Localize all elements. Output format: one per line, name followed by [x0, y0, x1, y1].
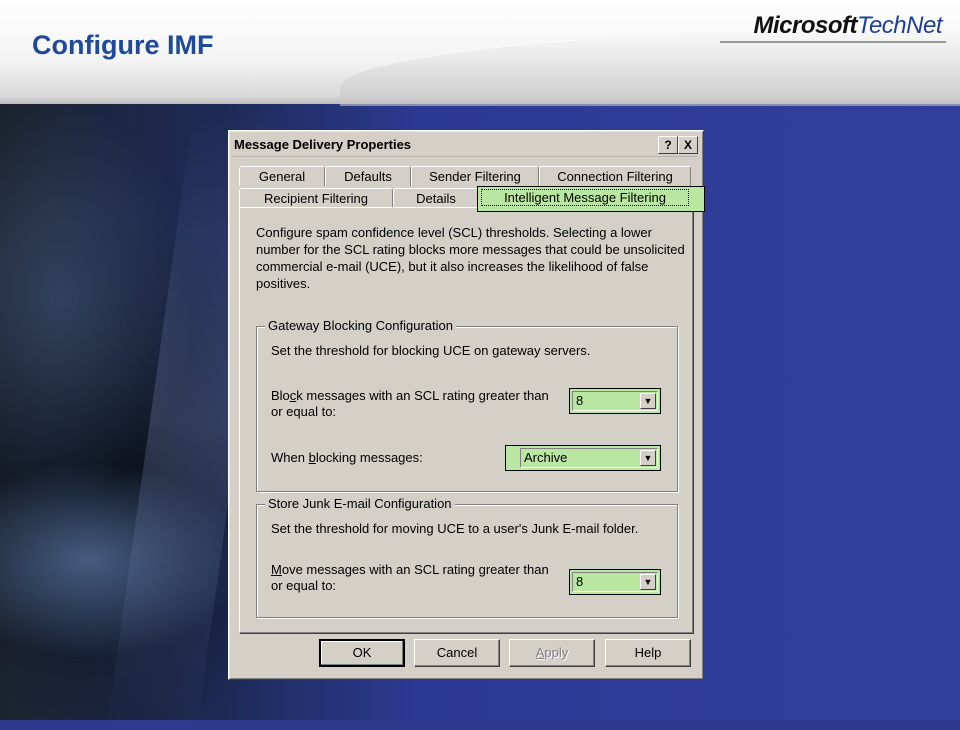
imf-tab-panel: Configure spam confidence level (SCL) th… — [239, 207, 693, 633]
store-help-text: Set the threshold for moving UCE to a us… — [271, 521, 639, 536]
tab-details[interactable]: Details — [393, 188, 479, 208]
store-group-title: Store Junk E-mail Configuration — [265, 496, 455, 512]
gateway-help-text: Set the threshold for blocking UCE on ga… — [271, 343, 591, 358]
brand-underline — [720, 41, 946, 43]
apply-button[interactable]: Apply — [509, 639, 595, 667]
close-icon[interactable]: X — [678, 136, 698, 154]
move-threshold-label: Move messages with an SCL rating greater… — [271, 562, 549, 593]
slide-title: Configure IMF — [32, 30, 214, 60]
ok-button[interactable]: OK — [319, 639, 405, 667]
cancel-button[interactable]: Cancel — [414, 639, 500, 667]
brand-technet: TechNet — [857, 12, 943, 39]
blocking-action-value: Archive — [524, 450, 568, 465]
help-icon[interactable]: ? — [658, 136, 678, 154]
dialog-titlebar[interactable]: Message Delivery Properties ? X — [232, 134, 698, 157]
move-scl-value: 8 — [576, 574, 584, 589]
chevron-down-icon[interactable]: ▼ — [640, 450, 656, 466]
tab-general[interactable]: General — [239, 166, 325, 186]
help-button[interactable]: Help — [605, 639, 691, 667]
message-delivery-properties-dialog: Message Delivery Properties ? X General … — [228, 130, 705, 680]
tab-defaults[interactable]: Defaults — [325, 166, 411, 186]
tab-connection-filtering[interactable]: Connection Filtering — [539, 166, 691, 186]
block-threshold-label: Block messages with an SCL rating greate… — [271, 388, 549, 419]
gateway-blocking-group: Gateway Blocking Configuration Set the t… — [256, 318, 678, 492]
tab-recipient-filtering[interactable]: Recipient Filtering — [239, 188, 393, 208]
block-scl-value: 8 — [576, 393, 584, 408]
technet-logo: MicrosoftTechNet — [754, 12, 943, 40]
chevron-down-icon[interactable]: ▼ — [640, 393, 656, 409]
store-junk-group: Store Junk E-mail Configuration Set the … — [256, 496, 678, 618]
gateway-group-title: Gateway Blocking Configuration — [265, 318, 456, 334]
blocking-action-label: When blocking messages: — [271, 450, 423, 465]
block-scl-combo[interactable]: 8 ▼ — [569, 388, 661, 414]
brand-microsoft: Microsoft — [753, 12, 858, 39]
move-scl-combo[interactable]: 8 ▼ — [569, 569, 661, 595]
scl-description: Configure spam confidence level (SCL) th… — [256, 225, 685, 291]
dialog-title: Message Delivery Properties — [234, 137, 412, 152]
tab-sender-filtering[interactable]: Sender Filtering — [411, 166, 539, 186]
chevron-down-icon[interactable]: ▼ — [640, 574, 656, 590]
tab-intelligent-message-filtering[interactable]: Intelligent Message Filtering — [480, 188, 690, 208]
blocking-action-combo[interactable]: Archive ▼ — [505, 445, 661, 471]
